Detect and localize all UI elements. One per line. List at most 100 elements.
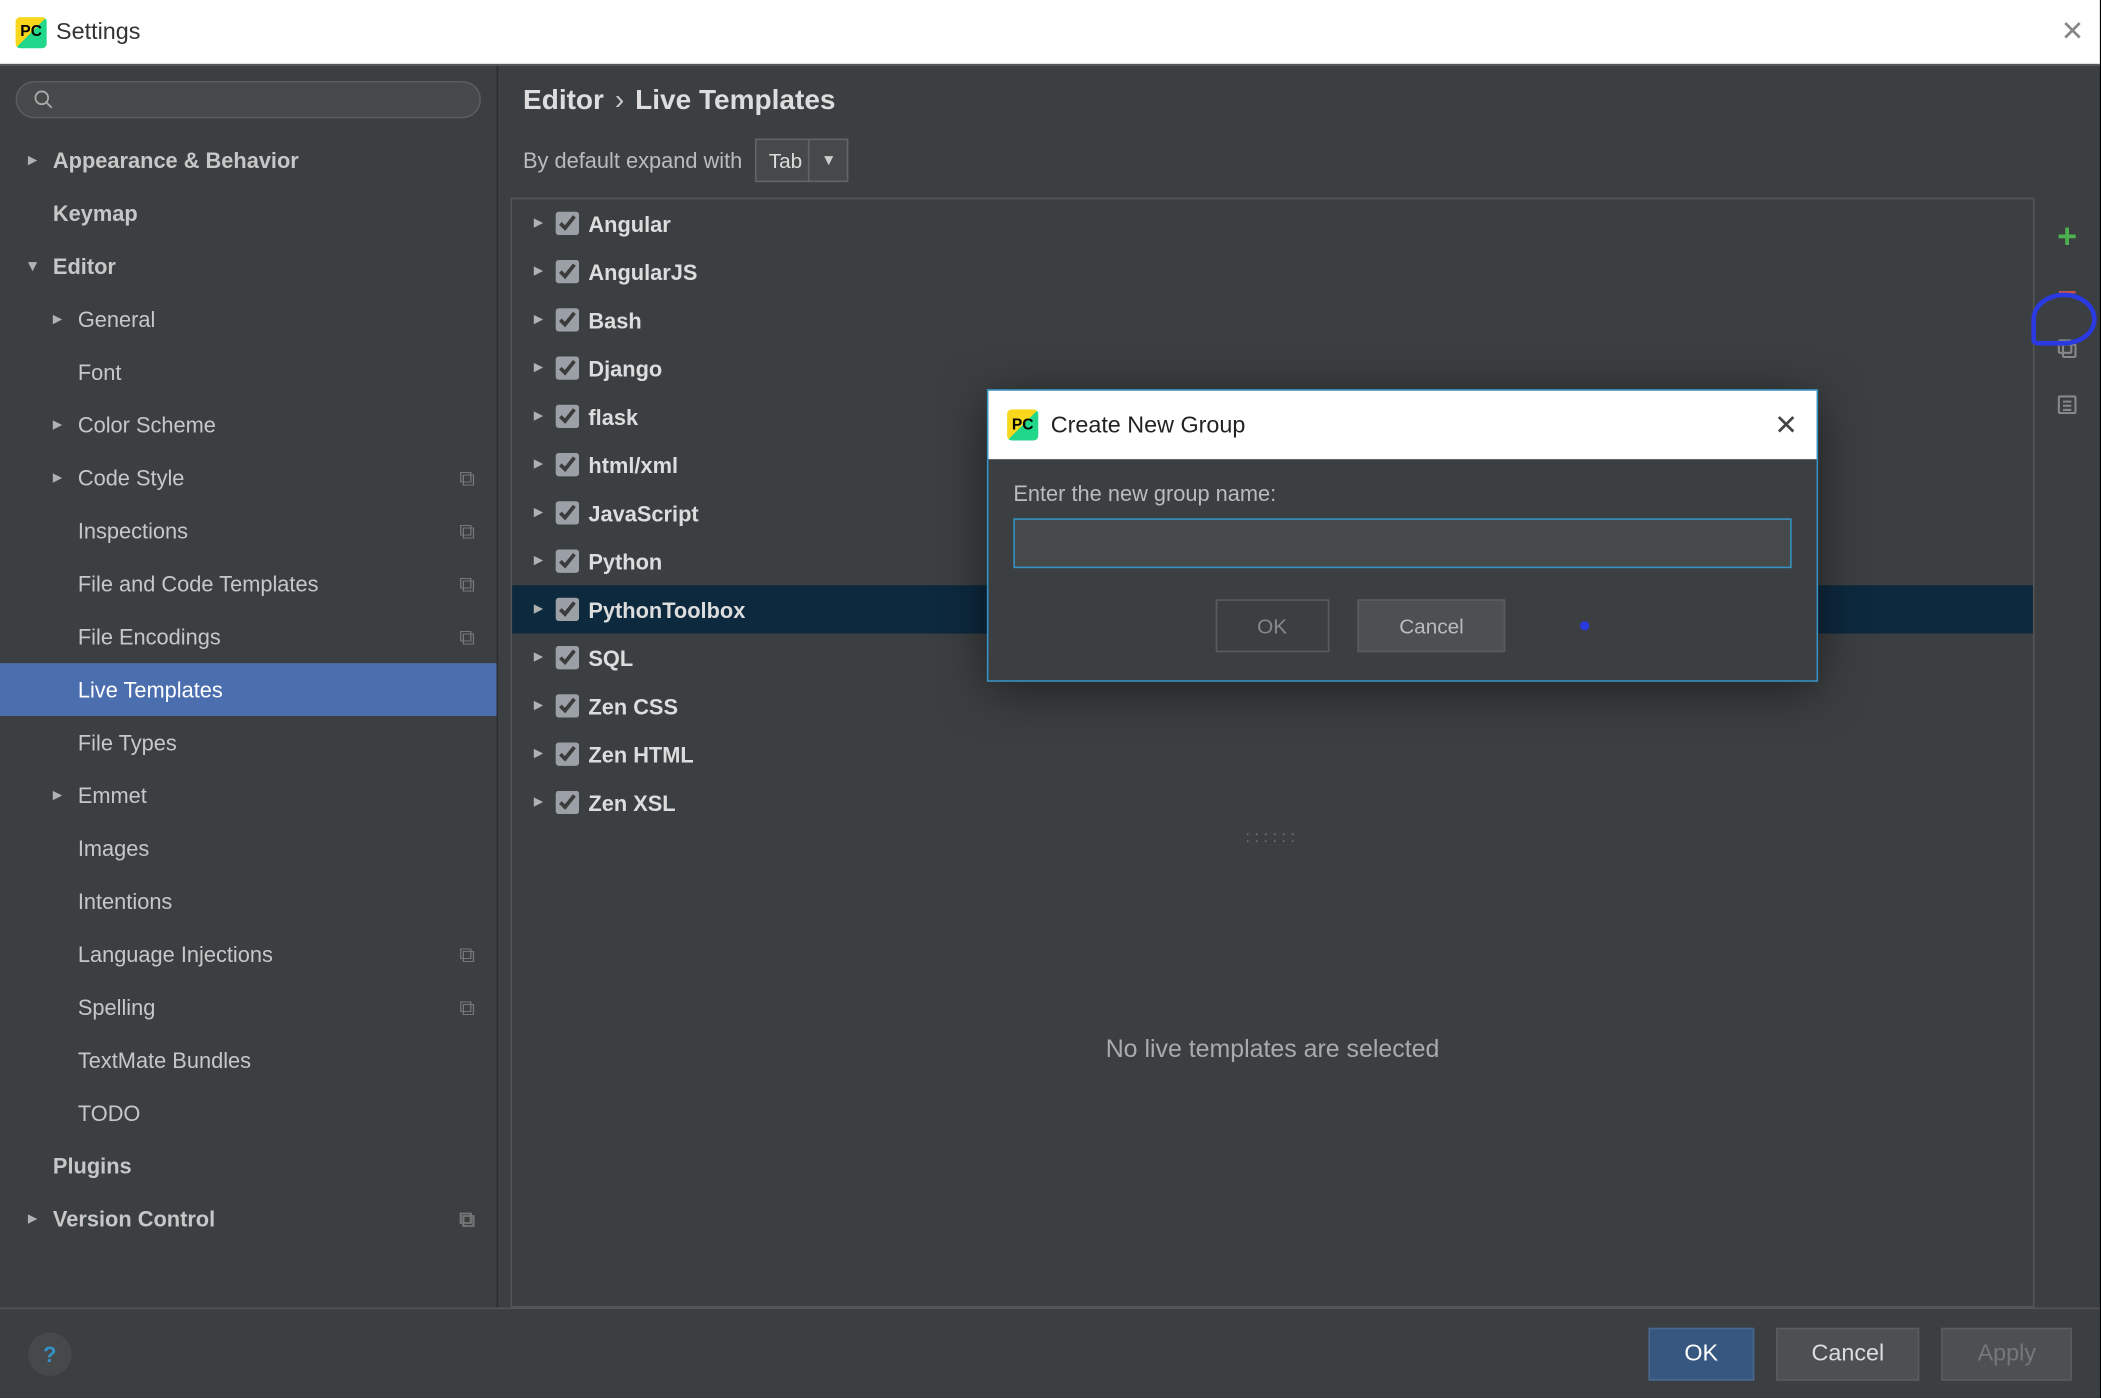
template-group-checkbox[interactable] — [556, 791, 579, 814]
template-group-checkbox[interactable] — [556, 260, 579, 283]
template-group-row[interactable]: ►Zen CSS — [512, 682, 2033, 730]
template-group-checkbox[interactable] — [556, 405, 579, 428]
titlebar: PC Settings ✕ — [0, 0, 2100, 65]
expand-arrow-icon: ► — [531, 553, 547, 570]
expand-arrow-icon: ► — [531, 504, 547, 521]
template-group-checkbox[interactable] — [556, 212, 579, 235]
tree-item-label: Emmet — [78, 783, 147, 808]
dialog-prompt: Enter the new group name: — [1013, 481, 1791, 506]
tree-item-label: Font — [78, 360, 122, 385]
pycharm-icon: PC — [1007, 409, 1038, 440]
template-group-checkbox[interactable] — [556, 646, 579, 669]
dialog-footer: OK Cancel — [988, 574, 1816, 680]
footer: ? OK Cancel Apply — [0, 1308, 2100, 1398]
empty-message: No live templates are selected — [512, 850, 2033, 1306]
main-panel: Editor › Live Templates By default expan… — [498, 65, 2100, 1307]
template-group-label: flask — [588, 404, 638, 429]
template-group-checkbox[interactable] — [556, 453, 579, 476]
tree-item[interactable]: ►Emmet — [0, 769, 497, 822]
template-group-row[interactable]: ►AngularJS — [512, 247, 2033, 295]
tree-item[interactable]: ▼Editor — [0, 240, 497, 293]
tree-item[interactable]: Plugins — [0, 1139, 497, 1192]
schema-icon: ⧉ — [459, 570, 475, 596]
remove-button[interactable]: − — [2050, 276, 2084, 310]
template-group-checkbox[interactable] — [556, 598, 579, 621]
tree-item[interactable]: File and Code Templates⧉ — [0, 557, 497, 610]
create-group-dialog: PC Create New Group ✕ Enter the new grou… — [987, 389, 1818, 682]
template-group-row[interactable]: ► Django — [512, 344, 2033, 392]
help-button[interactable]: ? — [28, 1332, 72, 1376]
tree-item[interactable]: Spelling⧉ — [0, 981, 497, 1034]
expand-arrow-icon: ► — [531, 408, 547, 425]
add-button[interactable]: + — [2050, 219, 2084, 253]
tree-item[interactable]: Live Templates — [0, 663, 497, 716]
template-group-label: Bash — [588, 307, 641, 332]
tree-item[interactable]: File Encodings ⧉ — [0, 610, 497, 663]
template-group-row[interactable]: ►Angular — [512, 199, 2033, 247]
template-group-checkbox[interactable] — [556, 308, 579, 331]
tree-item[interactable]: Intentions — [0, 875, 497, 928]
dialog-ok-button[interactable]: OK — [1215, 599, 1329, 652]
template-group-row[interactable]: ►Bash — [512, 296, 2033, 344]
tree-item[interactable]: Font — [0, 346, 497, 399]
tree-item[interactable]: File Types — [0, 716, 497, 769]
tree-item-label: Plugins — [53, 1153, 132, 1178]
expand-select-wrap: Tab ▼ — [755, 139, 848, 183]
annotation-dot — [1581, 621, 1590, 630]
template-group-row[interactable]: ►Zen XSL — [512, 778, 2033, 826]
expand-select[interactable]: Tab — [755, 139, 848, 183]
expand-arrow-icon: ► — [531, 697, 547, 714]
schema-icon: ⧉ — [459, 994, 475, 1020]
template-group-label: Django — [588, 356, 662, 381]
schema-icon: ⧉ — [459, 941, 475, 967]
group-name-input[interactable] — [1013, 518, 1791, 568]
apply-button[interactable]: Apply — [1942, 1327, 2072, 1380]
breadcrumb-b: Live Templates — [635, 84, 835, 115]
schema-icon: ⧉ — [459, 623, 475, 649]
template-group-checkbox[interactable] — [556, 501, 579, 524]
template-group-row[interactable]: ►Zen HTML — [512, 730, 2033, 778]
pycharm-icon: PC — [16, 16, 47, 47]
dialog-close-icon[interactable]: ✕ — [1774, 409, 1797, 442]
template-group-label: Zen HTML — [588, 742, 693, 767]
expand-row: By default expand with Tab ▼ — [498, 132, 2100, 197]
tree-item-label: General — [78, 307, 156, 332]
tree-item[interactable]: TextMate Bundles — [0, 1034, 497, 1087]
copy-button[interactable] — [2050, 332, 2084, 366]
expand-arrow-icon: ► — [531, 360, 547, 377]
paste-button[interactable] — [2050, 388, 2084, 422]
templates-panel: ►Angular►AngularJS►Bash►Django►flask►htm… — [511, 198, 2035, 1308]
tree-item[interactable]: ►Appearance & Behavior — [0, 134, 497, 187]
tree-item-label: Images — [78, 836, 149, 861]
window-close-icon[interactable]: ✕ — [2061, 16, 2084, 49]
tree-item-label: File Encodings — [78, 624, 221, 649]
tree-item[interactable]: TODO — [0, 1087, 497, 1140]
settings-tree[interactable]: ►Appearance & BehaviorKeymap▼Editor►Gene… — [0, 134, 497, 1308]
tree-item[interactable]: ►Code Style⧉ — [0, 451, 497, 504]
cancel-button[interactable]: Cancel — [1776, 1327, 1920, 1380]
splitter-grip[interactable]: :::::: — [512, 827, 2033, 850]
dialog-cancel-button[interactable]: Cancel — [1357, 599, 1506, 652]
tree-item[interactable]: Keymap — [0, 187, 497, 240]
search-input[interactable] — [16, 81, 481, 118]
expand-arrow-icon: ► — [25, 1210, 47, 1227]
window-title: Settings — [56, 19, 140, 45]
tree-item[interactable]: ►General — [0, 293, 497, 346]
sidebar: ►Appearance & BehaviorKeymap▼Editor►Gene… — [0, 65, 498, 1307]
tree-item[interactable]: Inspections⧉ — [0, 504, 497, 557]
tree-item-label: Code Style — [78, 465, 185, 490]
template-group-checkbox[interactable] — [556, 356, 579, 379]
tree-item[interactable]: ►Color Scheme — [0, 398, 497, 451]
template-group-checkbox[interactable] — [556, 742, 579, 765]
tree-item-label: Intentions — [78, 889, 173, 914]
expand-arrow-icon: ► — [25, 152, 47, 169]
expand-arrow-icon: ► — [531, 263, 547, 280]
ok-button[interactable]: OK — [1649, 1327, 1754, 1380]
template-group-checkbox[interactable] — [556, 694, 579, 717]
schema-icon: ⧉ — [459, 1206, 475, 1232]
template-group-label: html/xml — [588, 452, 678, 477]
template-group-checkbox[interactable] — [556, 549, 579, 572]
tree-item[interactable]: Language Injections⧉ — [0, 928, 497, 981]
tree-item[interactable]: ►Version Control⧉ — [0, 1192, 497, 1245]
tree-item[interactable]: Images — [0, 822, 497, 875]
